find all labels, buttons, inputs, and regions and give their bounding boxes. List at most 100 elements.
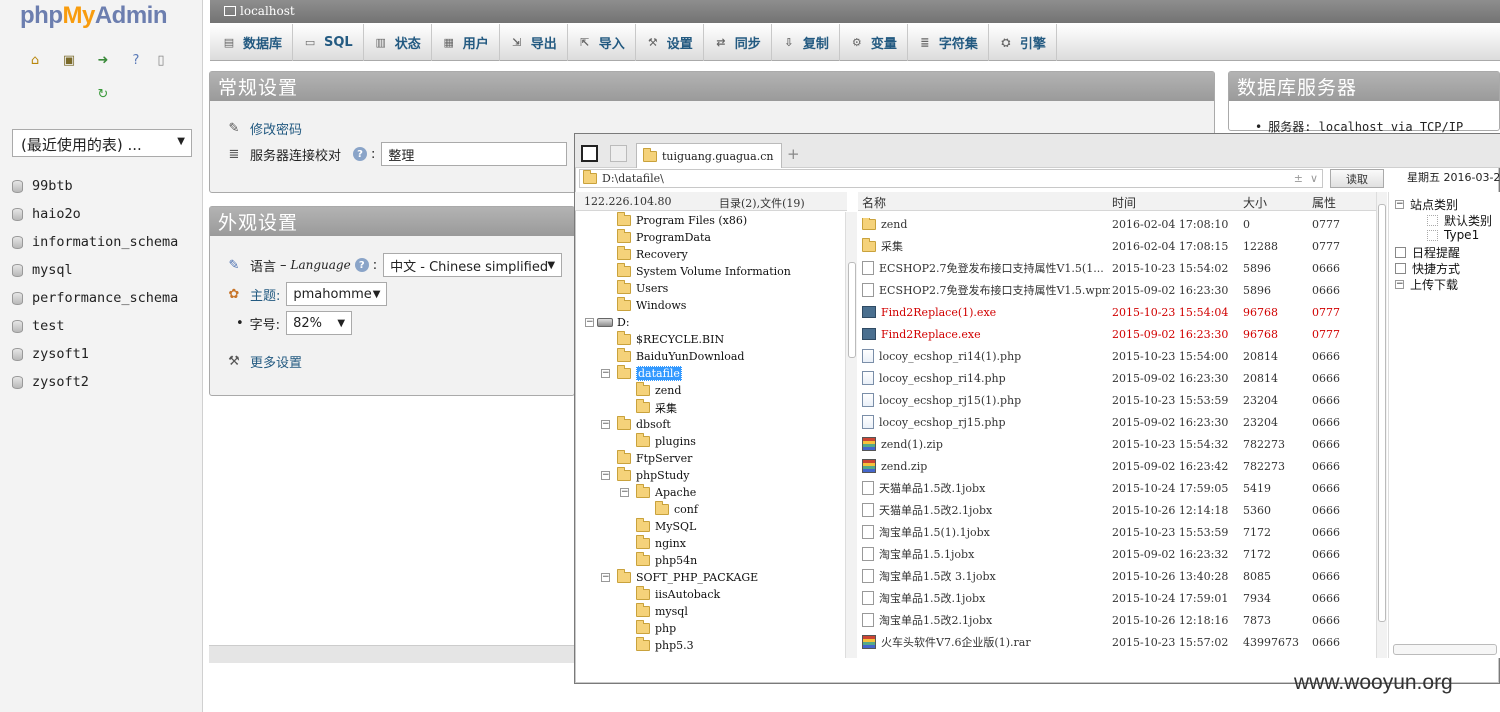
collapse-toggle-icon[interactable]: − (601, 369, 610, 378)
tree-node[interactable]: Windows (617, 297, 686, 314)
database-item[interactable]: test (0, 312, 203, 340)
category-item[interactable]: 默认类别 (1427, 212, 1492, 229)
server-breadcrumb[interactable]: localhost (210, 0, 1500, 23)
tab-databases[interactable]: ▤ 数据库 (212, 24, 294, 61)
tree-node[interactable]: System Volume Information (617, 263, 791, 280)
tree-node[interactable]: FtpServer (617, 450, 692, 467)
category-item[interactable]: 日程提醒 (1395, 244, 1460, 261)
theme-select[interactable]: pmahomme ▼ (286, 282, 388, 306)
tree-node[interactable]: MySQL (636, 518, 696, 535)
tab-engines[interactable]: ⛭ 引擎 (989, 24, 1057, 61)
tab-users[interactable]: ▦ 用户 (432, 24, 500, 61)
file-row[interactable]: 淘宝单品1.5改 3.1jobx 2015-10-26 13:40:28 8085 0… (858, 565, 1376, 587)
file-row[interactable]: 火车头软件V7.6企业版(1).rar 2015-10-23 15:57:02 43… (858, 631, 1376, 653)
scroll-thumb[interactable] (1378, 204, 1386, 622)
phpmyadmin-logo[interactable]: phpMyAdmin (20, 2, 168, 30)
help-icon[interactable]: ? (128, 52, 144, 68)
tree-node[interactable]: php (636, 620, 676, 637)
tree-node[interactable]: 采集 (636, 399, 677, 416)
panel-toggle-icon[interactable] (581, 145, 598, 162)
file-row[interactable]: 淘宝单品1.5改2.1jobx 2015-10-26 12:18:16 7873 06… (858, 609, 1376, 631)
file-row[interactable]: locoy_ecshop_rj15.php 2015-09-02 16:23:30… (858, 411, 1376, 433)
tree-node[interactable]: nginx (636, 535, 686, 552)
tab-import[interactable]: ⇱ 导入 (568, 24, 636, 61)
home-icon[interactable]: ⌂ (27, 52, 43, 68)
tree-node[interactable]: − phpStudy (601, 467, 689, 484)
database-item[interactable]: performance_schema (0, 284, 203, 312)
tree-node[interactable]: Users (617, 280, 668, 297)
tree-node[interactable]: − dbsoft (601, 416, 671, 433)
tree-node[interactable]: php5.3 (636, 637, 694, 654)
file-row[interactable]: 淘宝单品1.5.1jobx 2015-09-02 16:23:32 7172 0666 (858, 543, 1376, 565)
collapse-toggle-icon[interactable]: − (620, 488, 629, 497)
tree-node[interactable]: zend (636, 382, 681, 399)
more-settings-link[interactable]: 更多设置 (250, 352, 302, 371)
tree-node[interactable]: − Apache (620, 484, 696, 501)
read-button[interactable]: 读取 (1330, 169, 1384, 188)
path-tools-icon[interactable]: ± ∨ (1294, 172, 1318, 185)
window-icon[interactable] (610, 145, 627, 162)
tree-node[interactable]: − datafile (601, 365, 682, 382)
tree-node[interactable]: ProgramData (617, 229, 711, 246)
tab-sql[interactable]: ▭ SQL (293, 24, 364, 61)
database-item[interactable]: haio2o (0, 200, 203, 228)
tree-node[interactable]: plugins (636, 433, 696, 450)
collapse-toggle-icon[interactable]: − (601, 471, 610, 480)
file-row[interactable]: locoy_ecshop_rj15(1).php 2015-10-23 15:53… (858, 389, 1376, 411)
path-input[interactable]: D:\datafile\ ± ∨ (579, 169, 1323, 188)
file-row[interactable]: zend.zip 2015-09-02 16:23:42 782273 0666 (858, 455, 1376, 477)
file-row[interactable]: zend 2016-02-04 17:08:10 0 0777 (858, 213, 1376, 235)
tree-scrollbar[interactable] (845, 212, 857, 658)
language-select[interactable]: 中文 - Chinese simplified ▼ (383, 253, 563, 277)
tree-node[interactable]: BaiduYunDownload (617, 348, 744, 365)
tree-node[interactable]: − D: (585, 314, 630, 331)
query-window-icon[interactable]: ➜ (95, 52, 111, 68)
tree-node[interactable]: conf (655, 501, 698, 518)
horizontal-scrollbar[interactable] (1393, 644, 1497, 655)
file-row[interactable]: 淘宝单品1.5(1).1jobx 2015-10-23 15:53:59 7172 0… (858, 521, 1376, 543)
reload-icon[interactable]: ↻ (95, 86, 111, 102)
file-row[interactable]: locoy_ecshop_ri14(1).php 2015-10-23 15:54… (858, 345, 1376, 367)
tree-node[interactable]: $RECYCLE.BIN (617, 331, 724, 348)
add-tab-icon[interactable]: + (787, 145, 800, 163)
tree-node[interactable]: − SOFT_PHP_PACKAGE (601, 569, 758, 586)
help-icon[interactable]: ? (354, 258, 369, 272)
tab-export[interactable]: ⇲ 导出 (500, 24, 568, 61)
collapse-toggle-icon[interactable]: − (585, 318, 594, 327)
file-row[interactable]: 采集 2016-02-04 17:08:15 12288 0777 (858, 235, 1376, 257)
tree-node[interactable]: iisAutoback (636, 586, 720, 603)
category-item[interactable]: − 站点类别 (1395, 196, 1458, 213)
file-row[interactable]: 天猫单品1.5改.1jobx 2015-10-24 17:59:05 5419 066… (858, 477, 1376, 499)
category-item[interactable]: 快捷方式 (1395, 260, 1460, 277)
file-row[interactable]: zend(1).zip 2015-10-23 15:54:32 782273 0666 (858, 433, 1376, 455)
database-item[interactable]: information_schema (0, 228, 203, 256)
column-name[interactable]: 名称 (862, 194, 886, 211)
file-row[interactable]: ECSHOP2.7免登发布接口支持属性V1.5(1... 2015-10-23 1… (858, 257, 1376, 279)
tab-sync[interactable]: ⇄ 同步 (704, 24, 772, 61)
file-row[interactable]: 天猫单品1.5改2.1jobx 2015-10-26 12:14:18 5360 06… (858, 499, 1376, 521)
file-row[interactable]: Find2Replace.exe 2015-09-02 16:23:30 96768… (858, 323, 1376, 345)
tab-charsets[interactable]: ≣ 字符集 (908, 24, 989, 61)
logout-icon[interactable]: ▣ (61, 52, 77, 68)
database-item[interactable]: 99btb (0, 172, 203, 200)
file-row[interactable]: Find2Replace(1).exe 2015-10-23 15:54:04 96… (858, 301, 1376, 323)
database-item[interactable]: zysoft2 (0, 368, 203, 396)
file-row[interactable]: 淘宝单品1.5改.1jobx 2015-10-24 17:59:01 7934 066… (858, 587, 1376, 609)
column-size[interactable]: 大小 (1243, 194, 1267, 211)
collation-select[interactable]: 整理 (381, 142, 568, 166)
file-list-scrollbar[interactable] (1376, 192, 1387, 658)
tree-node[interactable]: mysql (636, 603, 688, 620)
collapse-toggle-icon[interactable]: − (601, 420, 610, 429)
database-item[interactable]: zysoft1 (0, 340, 203, 368)
tab-replication[interactable]: ⇩ 复制 (772, 24, 840, 61)
recent-tables-select[interactable]: (最近使用的表) ... ▼ (12, 129, 192, 157)
file-row[interactable]: ECSHOP2.7免登发布接口支持属性V1.5.wpm 2015-09-02 16… (858, 279, 1376, 301)
column-attr[interactable]: 属性 (1312, 194, 1336, 211)
tree-node[interactable]: php54n (636, 552, 697, 569)
database-item[interactable]: mysql (0, 256, 203, 284)
file-row[interactable]: locoy_ecshop_ri14.php 2015-09-02 16:23:30… (858, 367, 1376, 389)
category-item[interactable]: Type1 (1427, 228, 1479, 242)
category-item[interactable]: − 上传下载 (1395, 276, 1458, 293)
tree-node[interactable]: Recovery (617, 246, 688, 263)
tree-node[interactable]: Program Files (x86) (617, 212, 747, 229)
